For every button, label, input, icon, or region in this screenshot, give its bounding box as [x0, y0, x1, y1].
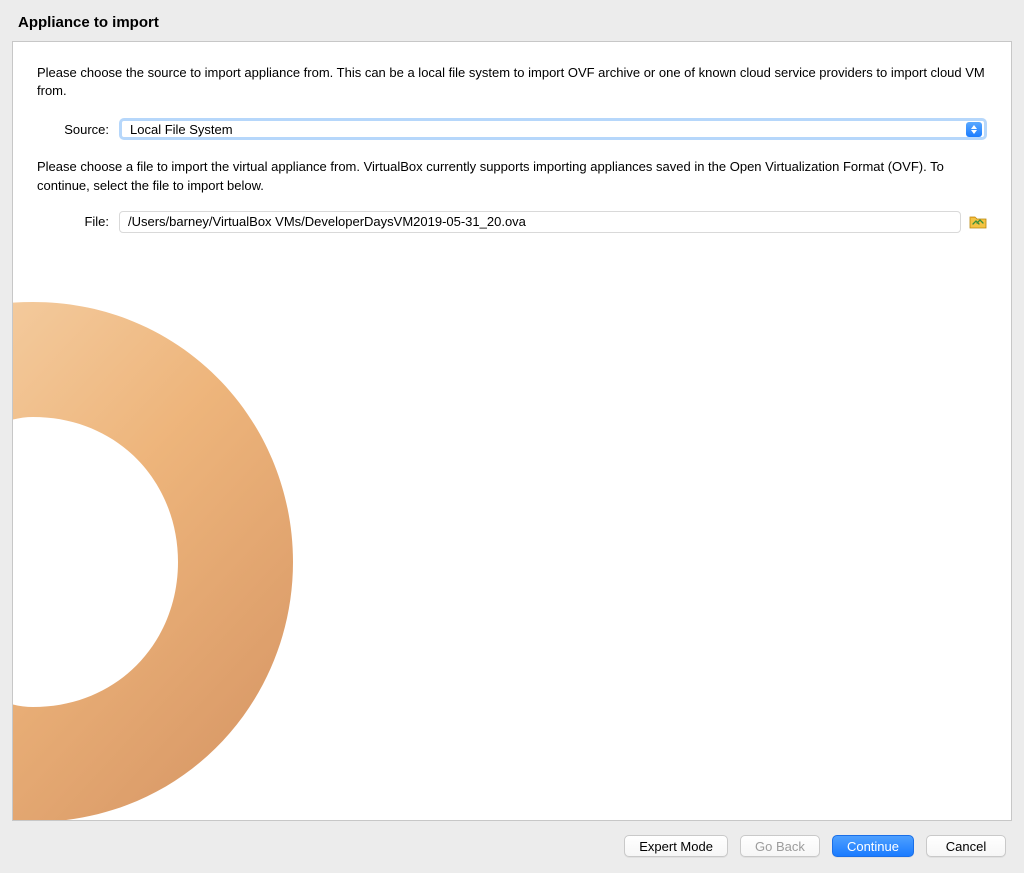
page-title: Appliance to import [0, 0, 1024, 41]
source-select-wrap: Local File System [119, 118, 987, 140]
browse-folder-icon[interactable] [969, 214, 987, 230]
source-description: Please choose the source to import appli… [37, 64, 987, 100]
expert-mode-button[interactable]: Expert Mode [624, 835, 728, 857]
file-description: Please choose a file to import the virtu… [37, 158, 987, 194]
file-row: File: /Users/barney/VirtualBox VMs/Devel… [37, 211, 987, 233]
file-path-input[interactable]: /Users/barney/VirtualBox VMs/DeveloperDa… [119, 211, 961, 233]
background-decoration [12, 162, 393, 821]
go-back-button[interactable]: Go Back [740, 835, 820, 857]
button-bar: Expert Mode Go Back Continue Cancel [0, 821, 1024, 857]
file-path-value: /Users/barney/VirtualBox VMs/DeveloperDa… [128, 214, 526, 229]
cancel-button[interactable]: Cancel [926, 835, 1006, 857]
main-panel: Please choose the source to import appli… [12, 41, 1012, 821]
file-input-wrap: /Users/barney/VirtualBox VMs/DeveloperDa… [119, 211, 987, 233]
source-row: Source: Local File System [37, 118, 987, 140]
source-label: Source: [37, 122, 119, 137]
updown-arrow-icon [966, 122, 982, 137]
source-select[interactable]: Local File System [119, 118, 987, 140]
continue-button[interactable]: Continue [832, 835, 914, 857]
file-label: File: [37, 214, 119, 229]
source-select-value: Local File System [130, 122, 233, 137]
panel-content: Please choose the source to import appli… [37, 64, 987, 233]
